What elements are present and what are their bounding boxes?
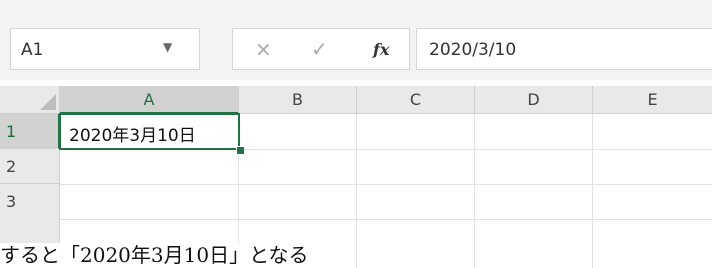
name-box[interactable]: A1 ▼: [10, 28, 200, 70]
column-header-a[interactable]: A: [60, 86, 239, 114]
column-header-c[interactable]: C: [357, 86, 475, 114]
gridline: [592, 114, 593, 268]
cell-a1[interactable]: 2020年3月10日: [59, 113, 240, 150]
gridline: [60, 184, 712, 185]
column-header-e[interactable]: E: [593, 86, 712, 114]
formula-bar-area: A1 ▼ ⋮ × ✓ fx 2020/3/10: [0, 20, 712, 80]
fill-handle[interactable]: [236, 146, 245, 155]
caption-text: すると「2020年3月10日」となる: [0, 243, 313, 268]
cancel-icon[interactable]: ×: [255, 37, 272, 61]
select-all-button[interactable]: [0, 86, 60, 114]
insert-function-icon[interactable]: fx: [373, 40, 389, 59]
formula-input[interactable]: 2020/3/10: [416, 28, 712, 70]
gridline: [60, 219, 712, 220]
column-header-d[interactable]: D: [475, 86, 593, 114]
enter-icon[interactable]: ✓: [311, 37, 328, 61]
name-box-dropdown-icon[interactable]: ▼: [163, 40, 172, 54]
gridline: [474, 114, 475, 268]
name-box-value: A1: [21, 40, 44, 60]
row-header-1[interactable]: 1: [0, 114, 60, 149]
row-header-2[interactable]: 2: [0, 149, 60, 184]
gridline: [356, 114, 357, 268]
select-all-icon: [40, 94, 56, 110]
formula-input-value: 2020/3/10: [429, 40, 517, 60]
column-header-b[interactable]: B: [239, 86, 357, 114]
worksheet-grid: A B C D E 1 2 3 2020年3月10日: [0, 86, 712, 268]
cell-a1-value: 2020年3月10日: [69, 126, 196, 146]
formula-bar-buttons: × ✓ fx: [232, 28, 410, 70]
ribbon-edge: [0, 0, 712, 20]
